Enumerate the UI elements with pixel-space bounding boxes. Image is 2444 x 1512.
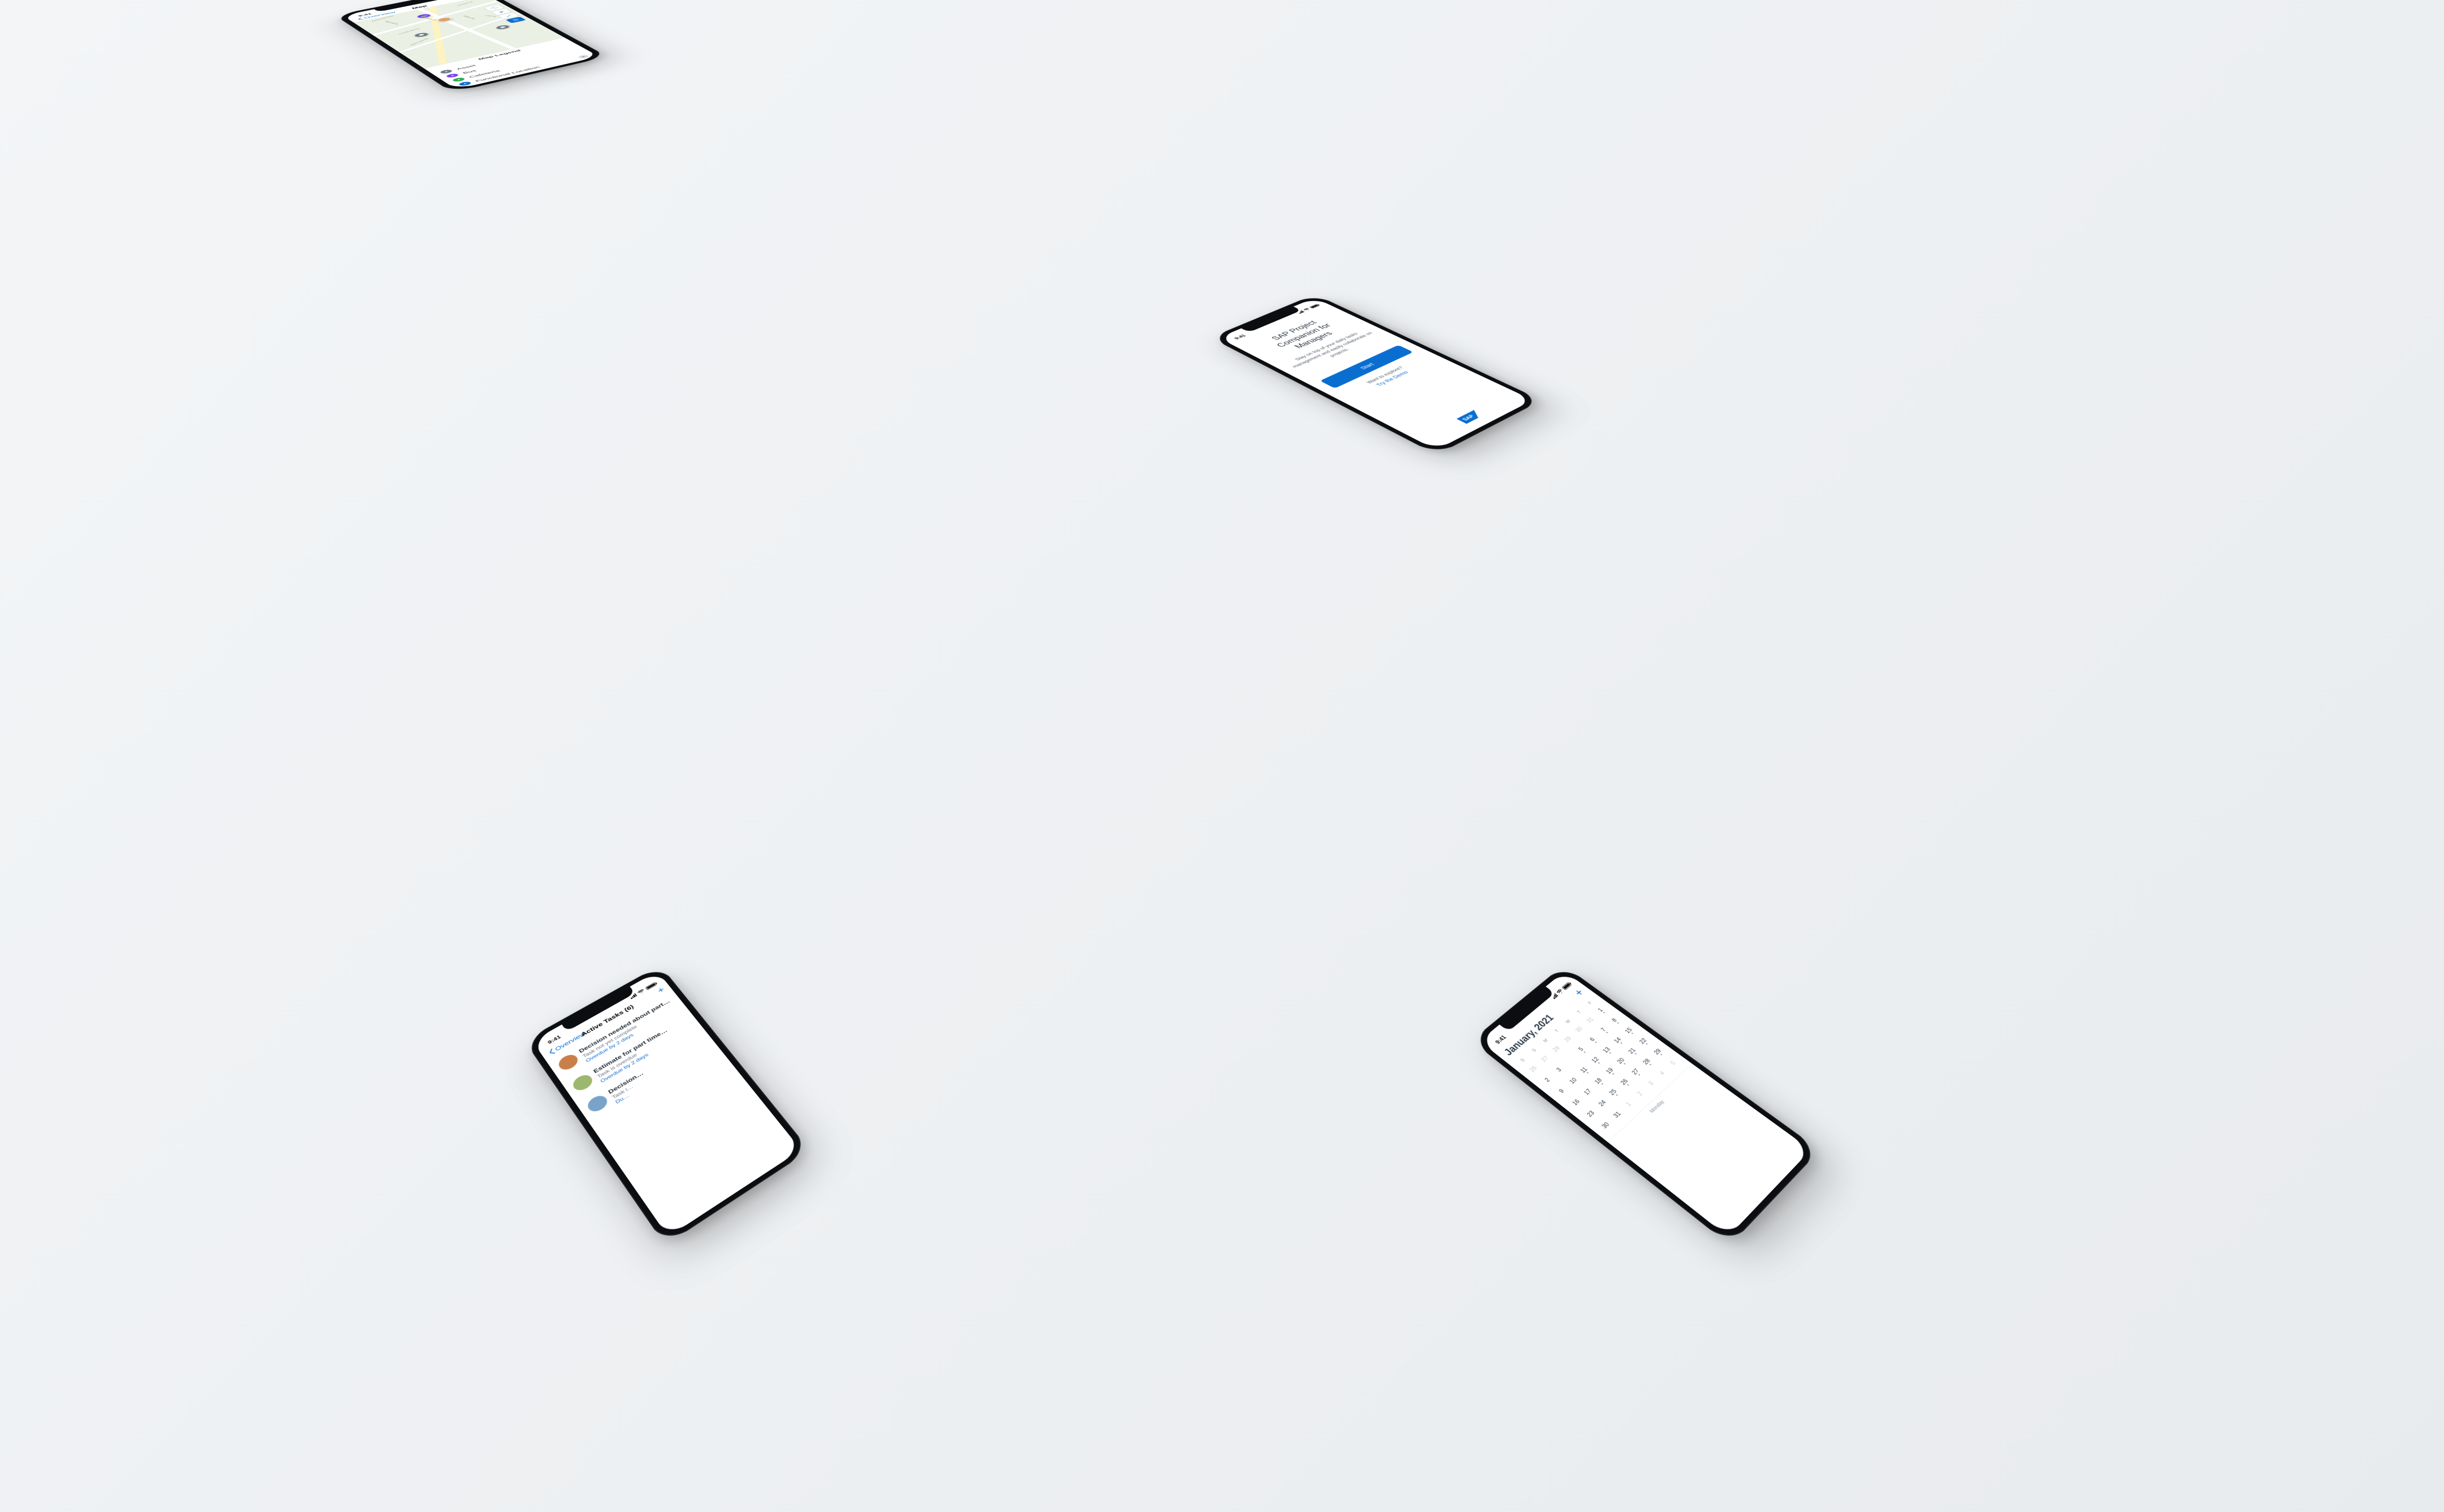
phone-welcome: 9:41 SAP Project Companion for Managers …	[1210, 294, 1542, 455]
event-dot-icon	[1623, 1062, 1625, 1064]
event-dot-icon	[1638, 1074, 1640, 1075]
event-dot-icon	[1601, 1083, 1603, 1085]
legend-dot-icon: ●	[457, 81, 472, 86]
event-dot-icon	[1586, 1072, 1588, 1074]
event-dot-icon	[1612, 1073, 1614, 1074]
add-task-button[interactable]: +	[655, 985, 666, 995]
calendar-day[interactable]: 16	[1563, 1092, 1588, 1112]
event-dot-icon	[1615, 1094, 1617, 1096]
map-pin-asset[interactable]: ⬢	[413, 32, 430, 38]
road-label: Loop Rd	[484, 15, 497, 17]
event-dot-icon	[1649, 1063, 1651, 1065]
avatar	[570, 1072, 595, 1093]
road-label: Hanover St	[456, 2, 473, 6]
calendar-day[interactable]: 24	[1590, 1093, 1614, 1113]
avatar	[585, 1093, 610, 1114]
map-pin-asset[interactable]: ⬢	[495, 25, 511, 30]
event-dot-icon	[1634, 1053, 1636, 1054]
road-label: Page Mill Rd	[384, 21, 399, 25]
event-dot-icon	[1617, 1022, 1619, 1024]
event-dot-icon	[1583, 1051, 1585, 1052]
map-legend: Map Legend ● Asset ● Bus ● Cafeteria ● F…	[424, 37, 599, 89]
map-tools: ⓘ ➤ ⤢ ☰	[484, 5, 526, 23]
event-dot-icon	[1645, 1043, 1647, 1044]
phone-calendar: 9:41 January, 2021 + SSMTWTF 26272829303…	[1471, 965, 1820, 1245]
event-dot-icon	[1603, 1012, 1605, 1013]
event-dot-icon	[1609, 1052, 1611, 1053]
event-dot-icon	[1660, 1053, 1662, 1055]
phone-tasks: 9:41 Overview Active Tasks (6) + Decisio…	[524, 965, 810, 1245]
event-dot-icon	[1627, 1084, 1629, 1086]
calendar-day[interactable]: 23	[1577, 1103, 1603, 1124]
event-dot-icon	[1598, 1062, 1600, 1063]
sap-logo: SAP	[1456, 410, 1486, 425]
event-dot-icon	[1606, 1032, 1608, 1033]
calendar-day[interactable]: 31	[1604, 1104, 1629, 1125]
add-event-button[interactable]: +	[1571, 986, 1587, 999]
calendar-day[interactable]: 30	[1593, 1114, 1618, 1136]
road-label: Deer Creek Rd	[410, 38, 430, 46]
event-dot-icon	[1631, 1032, 1633, 1034]
road-label: Hillview Ave	[462, 16, 475, 20]
event-dot-icon	[1595, 1041, 1597, 1043]
remove-icon[interactable]: ✕	[577, 54, 590, 59]
phone-map: 9:41 Overview Map Filter Raimundo Way Ha…	[334, 0, 607, 92]
calendar-day[interactable]: 1	[1616, 1094, 1640, 1114]
event-dot-icon	[1620, 1042, 1622, 1044]
